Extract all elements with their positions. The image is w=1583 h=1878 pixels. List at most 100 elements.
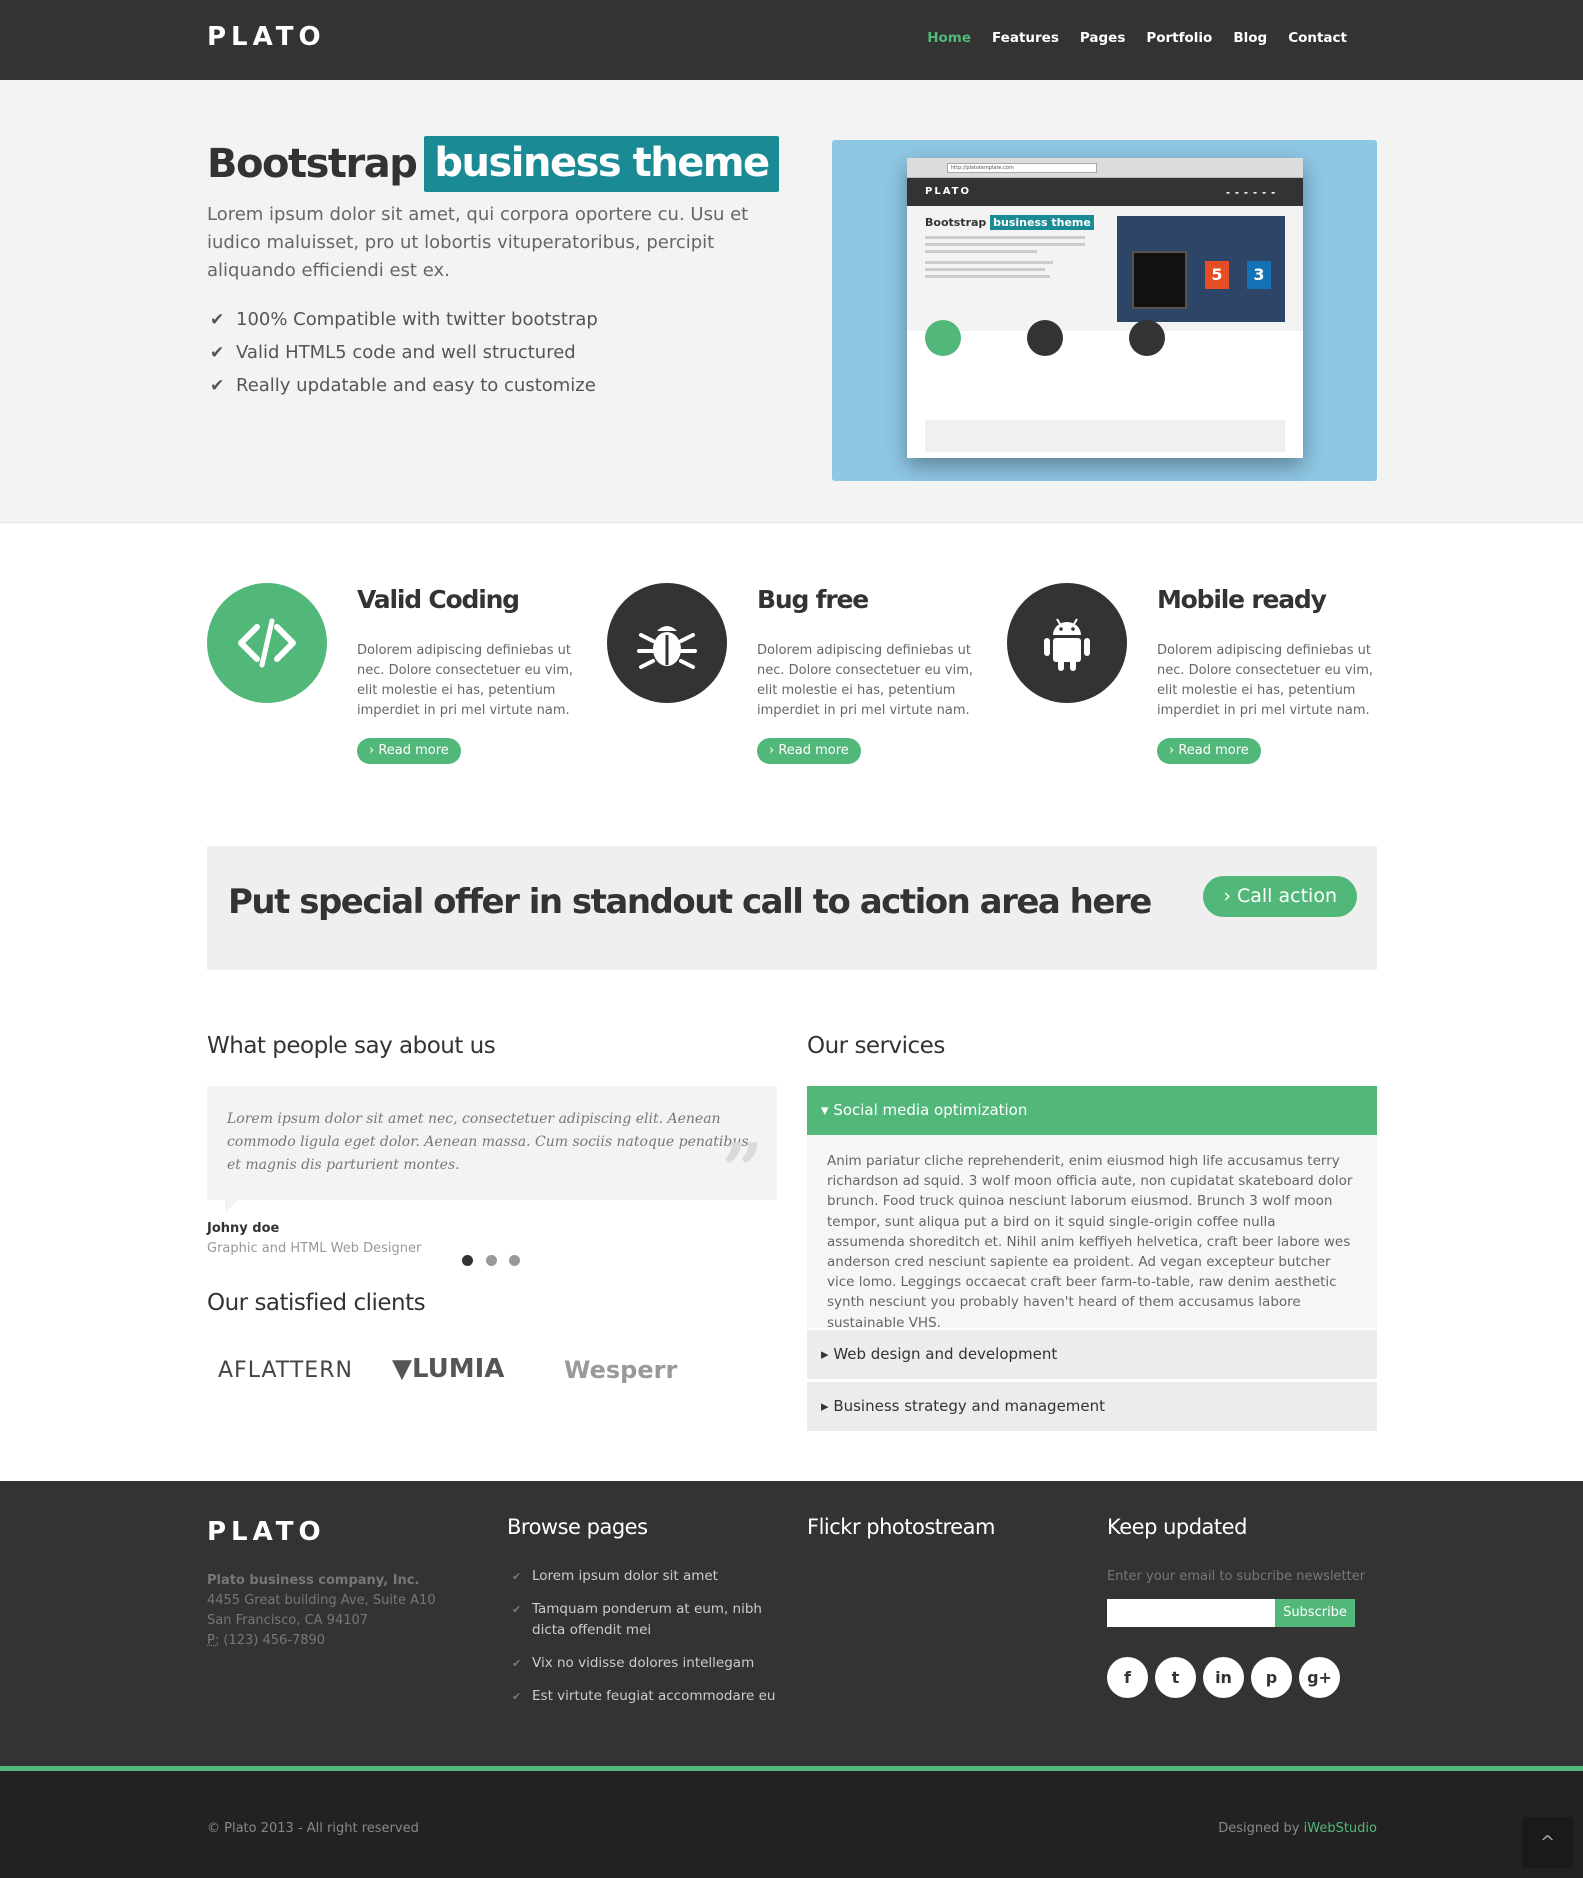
hero-title-text: Bootstrap [207,141,418,187]
accordion-panel: Anim pariatur cliche reprehenderit, enim… [807,1135,1377,1331]
browse-pages-title: Browse pages [507,1515,648,1539]
nav-features[interactable]: Features [992,30,1059,46]
feature-text: Dolorem adipiscing definiebas ut nec. Do… [757,643,974,718]
address-line: San Francisco, CA 94107 [207,1613,369,1628]
footer-link[interactable]: Vix no vidisse dolores intellegam [512,1653,782,1674]
browse-pages-list: Lorem ipsum dolor sit amet Tamquam ponde… [512,1566,782,1719]
hero-feature-text: Really updatable and easy to customize [236,375,596,396]
mockup-title: Bootstrap business theme [925,215,1094,230]
call-to-action-area: Put special offer in standout call to ac… [207,846,1377,970]
hero-feature-text: Valid HTML5 code and well structured [236,342,576,363]
lumia-mark-icon: ▼ [392,1354,412,1384]
feature-title: Mobile ready [1157,585,1327,614]
testimonial-role: Graphic and HTML Web Designer [207,1241,422,1256]
footer-link[interactable]: Lorem ipsum dolor sit amet [512,1566,782,1587]
call-action-button[interactable]: › Call action [1203,876,1357,917]
client-logo-flattern: AFLATTERN [218,1358,353,1383]
read-more-button[interactable]: › Read more [757,738,861,764]
carousel-dot-3[interactable] [509,1255,520,1266]
hero-feature-item: ✔ 100% Compatible with twitter bootstrap [210,303,598,336]
accordion-label: Social media optimization [833,1101,1028,1119]
hero-feature-list: ✔ 100% Compatible with twitter bootstrap … [210,303,598,402]
read-more-button[interactable]: › Read more [357,738,461,764]
copyright: © Plato 2013 - All right reserved [207,1821,419,1836]
client-logo-lumia: ▼LUMIA [392,1354,504,1384]
nav-pages[interactable]: Pages [1080,30,1126,46]
browser-mockup: http://platotemplate.com PLATO ▬ ▬ ▬ ▬ ▬… [907,158,1303,458]
keep-updated-title: Keep updated [1107,1515,1247,1539]
hero-section: Bootstrap business theme Lorem ipsum dol… [0,80,1583,523]
footer-brand: PLATO [207,1517,326,1547]
footer-link[interactable]: Est virtute feugiat accommodare eu [512,1686,782,1707]
designer-link[interactable]: iWebStudio [1304,1821,1377,1836]
services-accordion: ▾ Social media optimization Anim pariatu… [807,1086,1377,1431]
feature-text: Dolorem adipiscing definiebas ut nec. Do… [1157,643,1374,718]
clients-title: Our satisfied clients [207,1290,426,1316]
mockup-feature-icon [925,320,961,356]
hero-lead: Lorem ipsum dolor sit amet, qui corpora … [207,204,749,281]
designed-by-label: Designed by [1218,1821,1300,1836]
company-name: Plato business company, Inc. [207,1573,420,1588]
testimonials-title: What people say about us [207,1033,496,1059]
pinterest-icon[interactable]: p [1251,1657,1292,1698]
top-navbar: PLATO Home Features Pages Portfolio Blog… [0,0,1583,80]
mockup-cta [925,420,1285,452]
hero-screenshot-image: http://platotemplate.com PLATO ▬ ▬ ▬ ▬ ▬… [832,140,1377,481]
newsletter-email-input[interactable] [1107,1599,1275,1627]
newsletter-text: Enter your email to subcribe newsletter [1107,1569,1366,1584]
testimonial-author: Johny doe [207,1221,280,1236]
mockup-tablet [1132,251,1187,309]
bug-icon [607,583,727,703]
read-more-button[interactable]: › Read more [1157,738,1261,764]
brand-logo[interactable]: PLATO [207,22,326,52]
facebook-icon[interactable]: f [1107,1657,1148,1698]
nav-home[interactable]: Home [927,30,971,46]
google-plus-icon[interactable]: g+ [1299,1657,1340,1698]
designed-by: Designed by iWebStudio [1218,1821,1377,1836]
css3-icon: 3 [1247,261,1271,289]
accordion-web-design[interactable]: ▸ Web design and development [807,1330,1377,1379]
subscribe-button[interactable]: Subscribe [1275,1599,1355,1627]
caret-down-icon: ▾ [821,1101,834,1119]
accordion-label: Business strategy and management [833,1397,1106,1415]
phone-line: P: (123) 456-7890 [207,1631,436,1651]
mockup-browser-bar: http://platotemplate.com [907,158,1303,178]
flickr-title: Flickr photostream [807,1515,995,1539]
hero-title: Bootstrap business theme [207,136,779,192]
hero-feature-item: ✔ Valid HTML5 code and well structured [210,336,598,369]
client-logo-wesperr: Wesperr [564,1356,678,1384]
testimonial-quote-box: Lorem ipsum dolor sit amet nec, consecte… [207,1086,777,1212]
mockup-feature-icon [1027,320,1063,356]
mockup-brand: PLATO [925,186,971,197]
accordion-business-strategy[interactable]: ▸ Business strategy and management [807,1382,1377,1431]
quote-tail [225,1199,239,1213]
accordion-label: Web design and development [833,1345,1058,1363]
carousel-dot-1[interactable] [462,1255,473,1266]
cta-text: Put special offer in standout call to ac… [228,882,1152,922]
linkedin-icon[interactable]: in [1203,1657,1244,1698]
accordion-social-media[interactable]: ▾ Social media optimization [807,1086,1377,1135]
caret-right-icon: ▸ [821,1345,834,1363]
hero-feature-item: ✔ Really updatable and easy to customize [210,369,598,402]
mockup-nav-links: ▬ ▬ ▬ ▬ ▬ ▬ [1225,190,1275,195]
check-icon: ✔ [210,309,225,330]
code-icon [207,583,327,703]
nav-portfolio[interactable]: Portfolio [1146,30,1212,46]
check-icon: ✔ [210,342,225,363]
testimonial-quote: Lorem ipsum dolor sit amet nec, consecte… [227,1111,749,1173]
services-title: Our services [807,1033,945,1059]
hero-title-highlight: business theme [424,136,779,192]
mockup-template-image: 5 3 [1117,216,1285,322]
twitter-icon[interactable]: t [1155,1657,1196,1698]
feature-bug-free: Bug free Dolorem adipiscing definiebas u… [607,583,977,773]
back-to-top-button[interactable]: ^ [1522,1817,1573,1868]
nav-contact[interactable]: Contact [1288,30,1347,46]
nav-blog[interactable]: Blog [1233,30,1267,46]
html5-icon: 5 [1205,261,1229,289]
footer-link[interactable]: Tamquam ponderum at eum, nibh dicta offe… [512,1599,782,1641]
mockup-hero: Bootstrap business theme 5 3 [907,206,1303,331]
mockup-feature-icon [1129,320,1165,356]
footer: PLATO Plato business company, Inc. 4455 … [0,1481,1583,1768]
carousel-dot-2[interactable] [486,1255,497,1266]
footer-address: Plato business company, Inc. 4455 Great … [207,1571,436,1651]
